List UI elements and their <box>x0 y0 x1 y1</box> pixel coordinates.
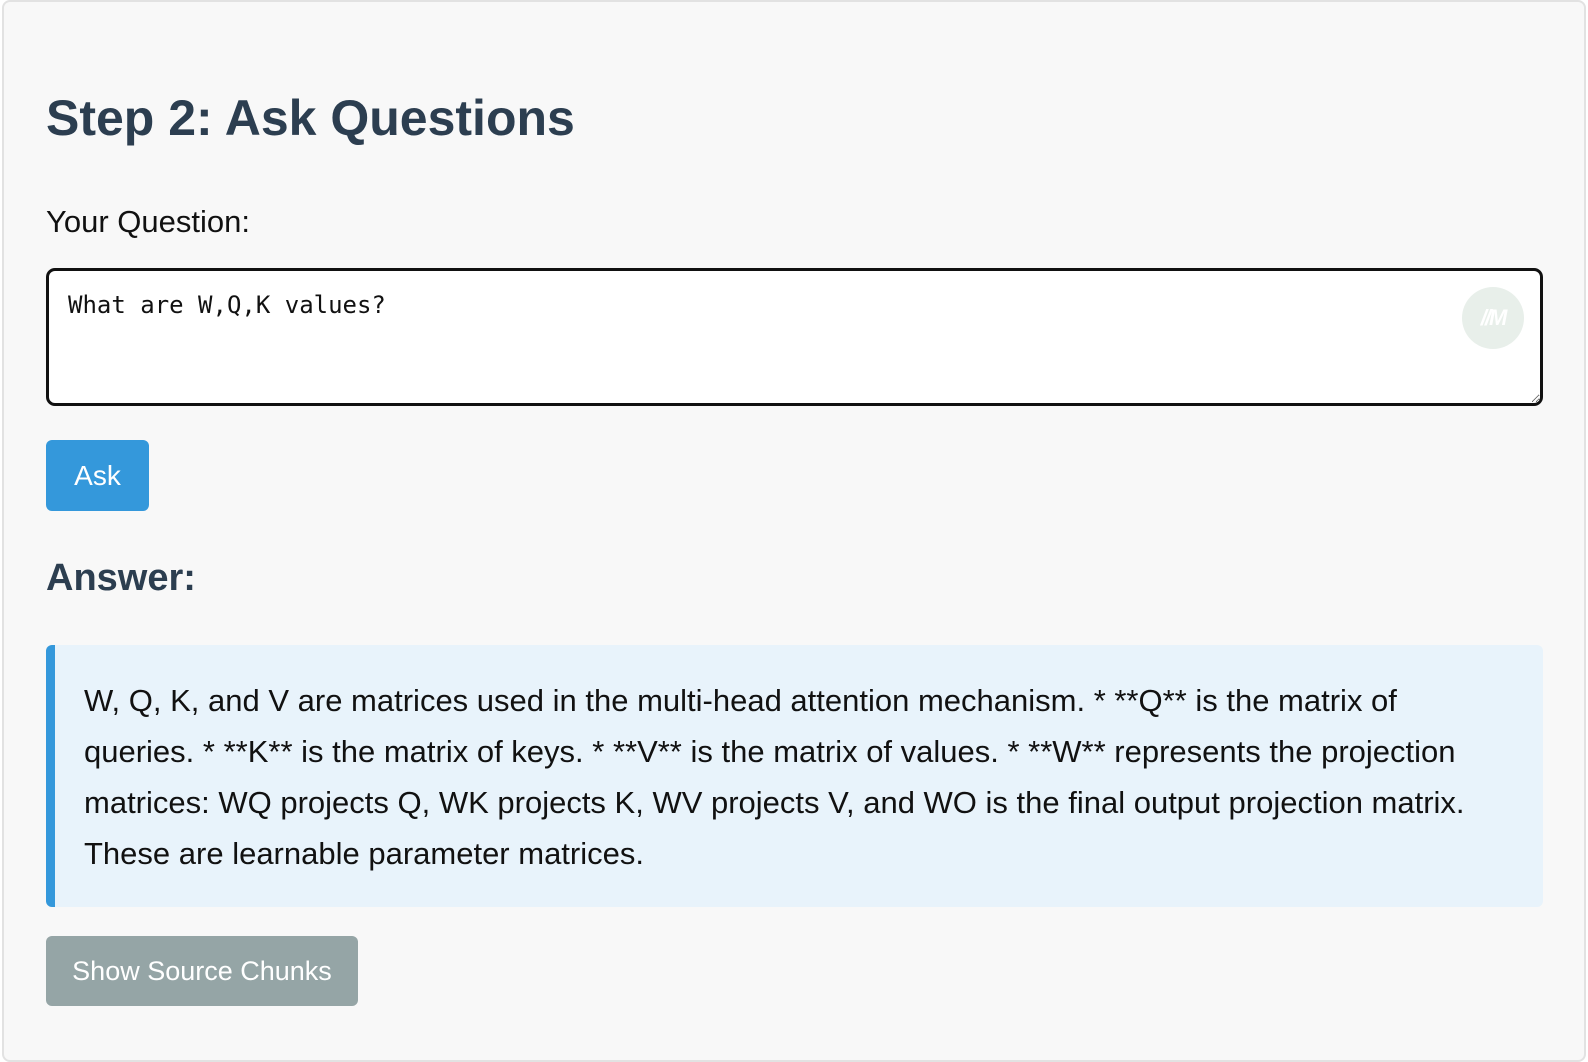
answer-heading: Answer: <box>46 557 196 599</box>
writing-assistant-icon[interactable]: //M <box>1462 287 1524 349</box>
ask-button[interactable]: Ask <box>46 440 149 511</box>
step-title: Step 2: Ask Questions <box>46 90 575 146</box>
show-source-chunks-button[interactable]: Show Source Chunks <box>46 936 358 1006</box>
question-field-wrapper: What are W,Q,K values? //M <box>46 268 1543 406</box>
question-label: Your Question: <box>46 204 250 239</box>
answer-box: W, Q, K, and V are matrices used in the … <box>46 645 1543 907</box>
ask-questions-panel: Step 2: Ask Questions Your Question: Wha… <box>2 0 1586 1062</box>
question-input[interactable]: What are W,Q,K values? <box>46 268 1543 406</box>
answer-text: W, Q, K, and V are matrices used in the … <box>84 683 1465 871</box>
